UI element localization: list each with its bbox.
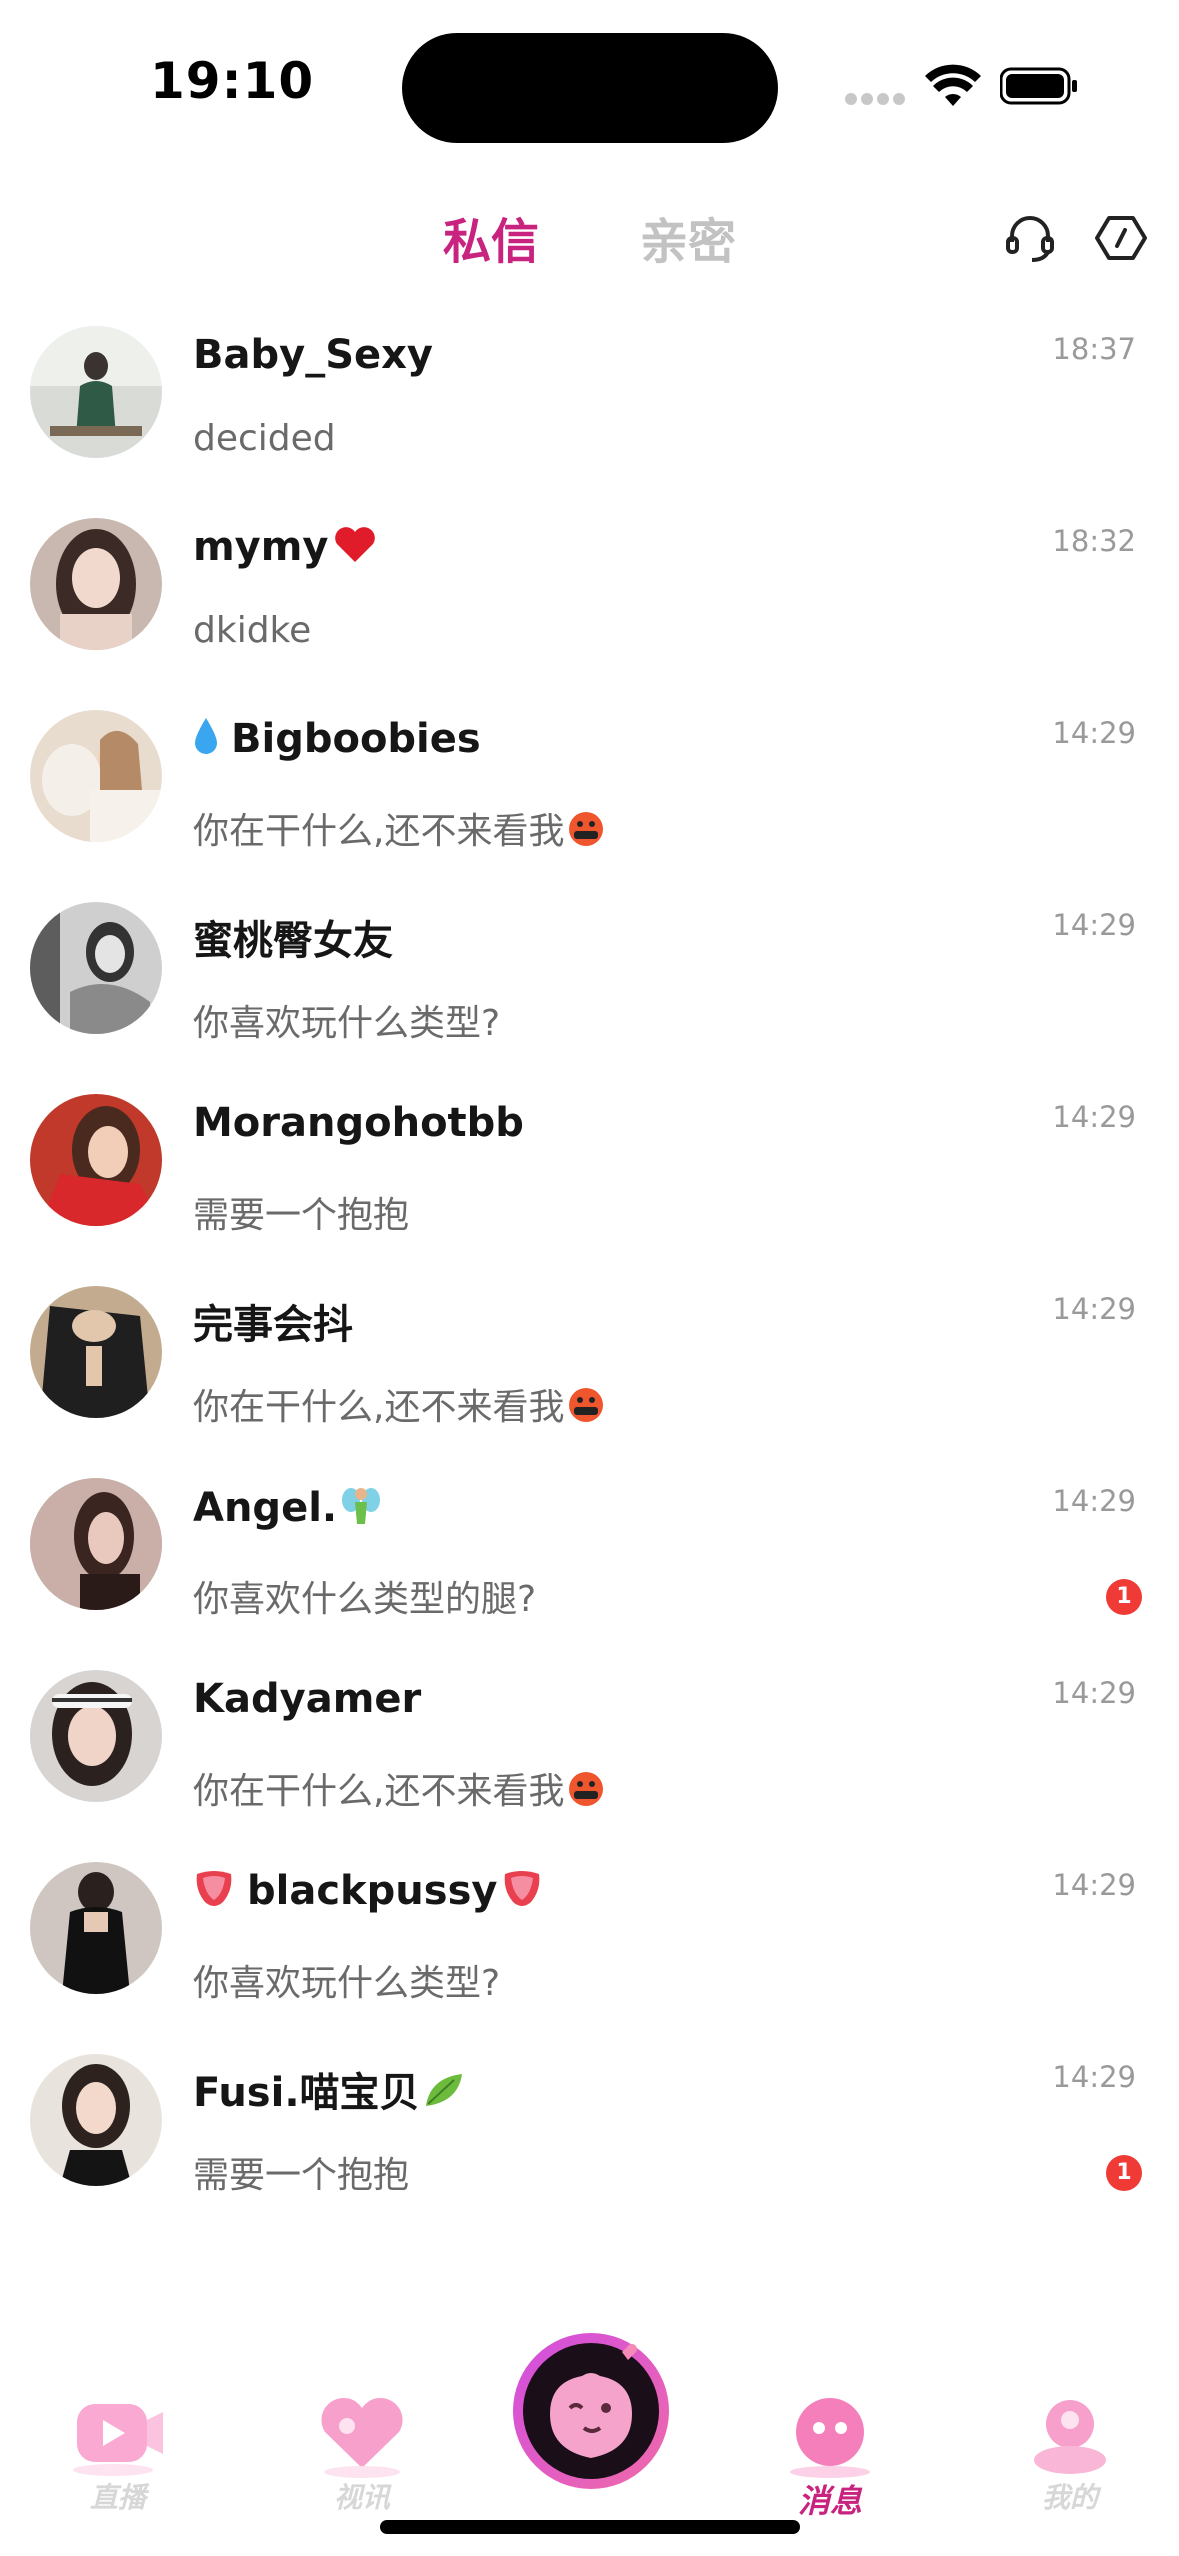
center-mascot-button[interactable]: [510, 2330, 672, 2492]
message-icon: [790, 2398, 870, 2478]
contact-name: Angel.: [193, 1484, 381, 1536]
avatar: [30, 1094, 162, 1226]
message-preview: 你在干什么,还不来看我: [193, 1762, 604, 1816]
conversation-row[interactable]: Kadyamer 你在干什么,还不来看我 14:29: [0, 1644, 1179, 1836]
message-time: 14:29: [1052, 2060, 1136, 2094]
nav-profile[interactable]: 我的: [1000, 2390, 1140, 2530]
heart-icon: [333, 524, 377, 574]
broom-icon[interactable]: [1093, 210, 1149, 266]
conversation-row[interactable]: 蜜桃臀女友 你喜欢玩什么类型? 14:29: [0, 876, 1179, 1068]
nav-live[interactable]: 直播: [48, 2390, 188, 2530]
contact-name: Bigboobies: [193, 716, 481, 766]
tongue-icon: [501, 1868, 543, 1918]
conversation-row[interactable]: Fusi.喵宝贝 需要一个抱抱 14:29 1: [0, 2028, 1179, 2220]
status-bar: 19:10: [0, 0, 1179, 170]
video-chat-icon: [321, 2397, 403, 2478]
header: 私信 亲密: [0, 180, 1179, 290]
unread-badge: 1: [1106, 1579, 1142, 1615]
contact-name: mymy: [193, 524, 377, 574]
angry-face-icon: [568, 811, 604, 856]
conversation-row[interactable]: Morangohotbb 需要一个抱抱 14:29: [0, 1068, 1179, 1260]
message-time: 14:29: [1052, 1100, 1136, 1134]
contact-name: Kadyamer: [193, 1676, 422, 1722]
leaf-icon: [424, 2072, 464, 2118]
message-time: 14:29: [1052, 716, 1136, 750]
avatar: [30, 1670, 162, 1802]
message-preview: 你在干什么,还不来看我: [193, 1378, 604, 1432]
conversation-row[interactable]: blackpussy 你喜欢玩什么类型? 14:29: [0, 1836, 1179, 2028]
dynamic-island: [402, 33, 778, 143]
nav-label: 我的: [1041, 2481, 1098, 2514]
conversation-row[interactable]: 完事会抖 你在干什么,还不来看我 14:29: [0, 1260, 1179, 1452]
profile-icon: [1034, 2400, 1106, 2474]
peach-mascot-icon: [513, 2333, 669, 2489]
tab-intimate[interactable]: 亲密: [640, 202, 736, 272]
message-time: 14:29: [1052, 1292, 1136, 1326]
nav-messages[interactable]: 消息: [760, 2390, 900, 2530]
unread-badge: 1: [1106, 2155, 1142, 2191]
avatar: [30, 1286, 162, 1418]
droplet-icon: [193, 716, 219, 766]
message-time: 14:29: [1052, 1484, 1136, 1518]
angry-face-icon: [568, 1387, 604, 1432]
avatar: [30, 326, 162, 458]
status-time: 19:10: [150, 52, 315, 110]
avatar: [30, 1478, 162, 1610]
conversation-row[interactable]: mymy dkidke 18:32: [0, 492, 1179, 684]
live-icon: [73, 2404, 163, 2476]
avatar: [30, 710, 162, 842]
conversation-row[interactable]: Baby_Sexy decided 18:37: [0, 300, 1179, 492]
message-time: 14:29: [1052, 1676, 1136, 1710]
message-preview: 你在干什么,还不来看我: [193, 802, 604, 856]
avatar: [30, 2054, 162, 2186]
nav-label: 视讯: [333, 2481, 390, 2514]
contact-name: 完事会抖: [193, 1302, 353, 1348]
message-time: 14:29: [1052, 908, 1136, 942]
contact-name: 蜜桃臀女友: [193, 918, 393, 964]
cellular-signal-icon: [845, 93, 905, 107]
tab-private-messages[interactable]: 私信: [443, 202, 539, 272]
message-preview: dkidke: [193, 610, 312, 651]
angry-face-icon: [568, 1771, 604, 1816]
nav-video-chat[interactable]: 视讯: [292, 2390, 432, 2530]
contact-name: Morangohotbb: [193, 1100, 524, 1146]
fairy-icon: [341, 1484, 381, 1536]
conversation-row[interactable]: Angel. 你喜欢什么类型的腿? 14:29 1: [0, 1452, 1179, 1644]
message-time: 14:29: [1052, 1868, 1136, 1902]
contact-name: Fusi.喵宝贝: [193, 2060, 464, 2118]
wifi-icon: [925, 64, 981, 106]
conversation-row[interactable]: Bigboobies 你在干什么,还不来看我 14:29: [0, 684, 1179, 876]
avatar: [30, 1862, 162, 1994]
avatar: [30, 902, 162, 1034]
message-preview: 你喜欢玩什么类型?: [193, 1963, 501, 2004]
nav-label: 直播: [89, 2481, 146, 2514]
headset-icon[interactable]: [1002, 210, 1058, 266]
message-preview: decided: [193, 418, 336, 459]
message-time: 18:37: [1052, 332, 1136, 366]
message-preview: 你喜欢什么类型的腿?: [193, 1579, 537, 1620]
message-preview: 你喜欢玩什么类型?: [193, 1003, 501, 1044]
message-time: 18:32: [1052, 524, 1136, 558]
home-indicator: [380, 2520, 800, 2534]
contact-name: Baby_Sexy: [193, 332, 433, 378]
nav-label: 消息: [797, 2482, 862, 2520]
contact-name: blackpussy: [193, 1868, 543, 1918]
message-preview: 需要一个抱抱: [193, 1195, 410, 1236]
message-preview: 需要一个抱抱: [193, 2155, 410, 2196]
battery-icon: [1000, 67, 1077, 105]
avatar: [30, 518, 162, 650]
tongue-icon: [193, 1868, 235, 1918]
